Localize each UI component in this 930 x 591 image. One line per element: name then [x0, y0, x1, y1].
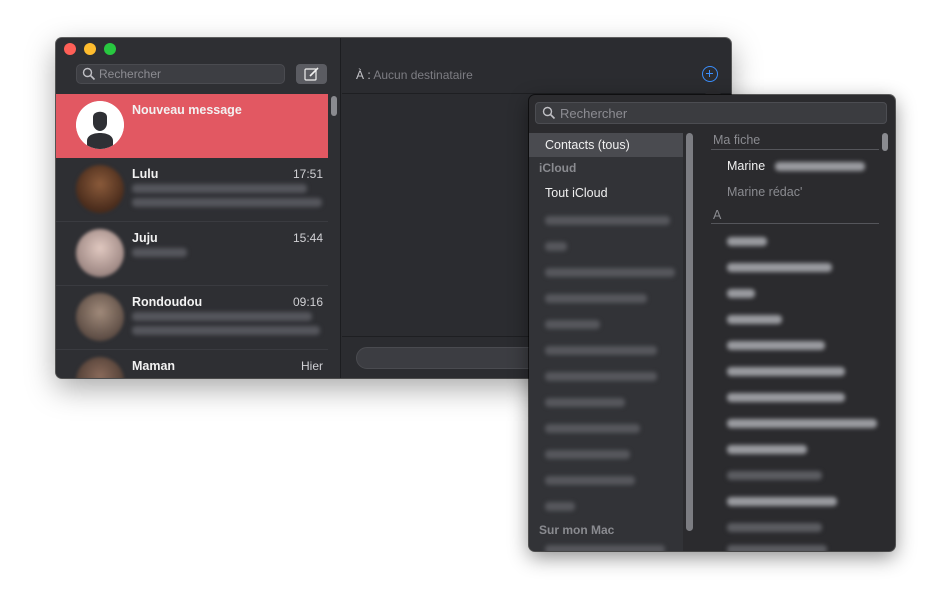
conversation-name: Juju — [132, 231, 158, 245]
sidebar: Nouveau message Lulu 17:51 Juju 15:44 — [56, 38, 341, 378]
avatar — [76, 229, 124, 277]
group-item[interactable] — [545, 398, 625, 407]
contact-search[interactable] — [535, 102, 887, 124]
group-all-contacts[interactable]: Contacts (tous) — [529, 133, 683, 157]
popover-arrow — [704, 86, 722, 95]
avatar — [76, 101, 124, 149]
recipient-placeholder: Aucun destinataire — [373, 68, 473, 82]
group-item[interactable] — [545, 294, 647, 303]
group-header-mac: Sur mon Mac — [539, 523, 615, 537]
contact-item[interactable] — [727, 237, 767, 246]
conversation-time: 09:16 — [292, 295, 323, 309]
conversation-preview — [132, 248, 322, 276]
contact-item[interactable] — [727, 419, 877, 428]
conversation-time: 15:44 — [292, 231, 323, 245]
conversation-name: Nouveau message — [132, 103, 242, 117]
contact-item[interactable] — [727, 341, 825, 350]
contact-search-input[interactable] — [560, 104, 880, 122]
group-item[interactable] — [545, 268, 675, 277]
contact-item[interactable] — [727, 367, 845, 376]
group-item[interactable] — [545, 502, 575, 511]
groups-scrollbar[interactable] — [686, 133, 693, 531]
group-item[interactable] — [545, 216, 670, 225]
group-header-icloud: iCloud — [539, 161, 577, 175]
group-all-icloud[interactable]: Tout iCloud — [529, 181, 683, 205]
contact-people-list: Ma fiche Marine Marine rédac' A — [697, 133, 895, 551]
my-card-alt-contact[interactable]: Marine rédac' — [727, 185, 802, 199]
contact-item[interactable] — [727, 523, 822, 532]
recipient-row: À : Aucun destinataire — [342, 38, 731, 94]
conversation-list-scrollbar[interactable] — [331, 96, 337, 116]
group-item[interactable] — [545, 372, 657, 381]
contact-groups-list: Contacts (tous) iCloud Tout iCloud Sur m… — [529, 133, 683, 551]
conversation-time: 17:51 — [292, 167, 323, 181]
conversation-time: Hier — [300, 359, 323, 373]
avatar — [76, 357, 124, 378]
search-icon — [542, 106, 556, 120]
compose-icon — [303, 67, 319, 81]
conversation-preview — [132, 184, 322, 212]
group-item[interactable] — [545, 424, 640, 433]
person-silhouette-icon — [76, 101, 124, 149]
contact-item[interactable] — [727, 497, 837, 506]
avatar — [76, 293, 124, 341]
conversation-list: Nouveau message Lulu 17:51 Juju 15:44 Ro… — [56, 94, 328, 378]
conversation-name: Rondoudou — [132, 295, 203, 309]
people-scrollbar[interactable] — [882, 133, 888, 151]
section-header-a: A — [713, 208, 722, 222]
avatar — [76, 165, 124, 213]
conversation-preview — [132, 312, 322, 340]
group-item[interactable] — [545, 346, 657, 355]
contact-item[interactable] — [727, 289, 755, 298]
contact-item[interactable] — [727, 263, 832, 272]
section-divider — [711, 149, 879, 150]
recipient-label: À : — [356, 68, 371, 82]
recipient-field[interactable]: À : Aucun destinataire — [356, 68, 473, 82]
group-item[interactable] — [545, 242, 567, 251]
group-item[interactable] — [545, 476, 635, 485]
group-item[interactable] — [545, 545, 665, 551]
conversation-item[interactable]: Rondoudou 09:16 — [56, 286, 328, 350]
my-card-header: Ma fiche — [713, 133, 761, 147]
conversation-name: Maman — [132, 359, 176, 373]
contacts-popover: Contacts (tous) iCloud Tout iCloud Sur m… — [529, 95, 895, 551]
redacted-surname — [775, 162, 865, 171]
close-window-button[interactable] — [64, 43, 76, 55]
my-card-contact[interactable]: Marine — [727, 159, 765, 173]
conversation-item[interactable]: Lulu 17:51 — [56, 158, 328, 222]
contact-item[interactable] — [727, 393, 845, 402]
conversation-item[interactable]: Maman Hier — [56, 350, 328, 378]
maximize-window-button[interactable] — [104, 43, 116, 55]
contact-item[interactable] — [727, 545, 827, 551]
contact-item[interactable] — [727, 445, 807, 454]
conversation-search-input[interactable] — [99, 65, 279, 83]
add-recipient-icon[interactable] — [702, 66, 718, 82]
conversation-name: Lulu — [132, 167, 159, 181]
conversation-item[interactable]: Nouveau message — [56, 94, 328, 158]
section-divider — [711, 223, 879, 224]
contact-item[interactable] — [727, 471, 822, 480]
group-item[interactable] — [545, 450, 630, 459]
contact-item[interactable] — [727, 315, 782, 324]
group-item[interactable] — [545, 320, 600, 329]
conversation-item[interactable]: Juju 15:44 — [56, 222, 328, 286]
compose-button[interactable] — [296, 64, 327, 84]
search-icon — [82, 67, 96, 81]
conversation-search[interactable] — [76, 64, 285, 84]
minimize-window-button[interactable] — [84, 43, 96, 55]
